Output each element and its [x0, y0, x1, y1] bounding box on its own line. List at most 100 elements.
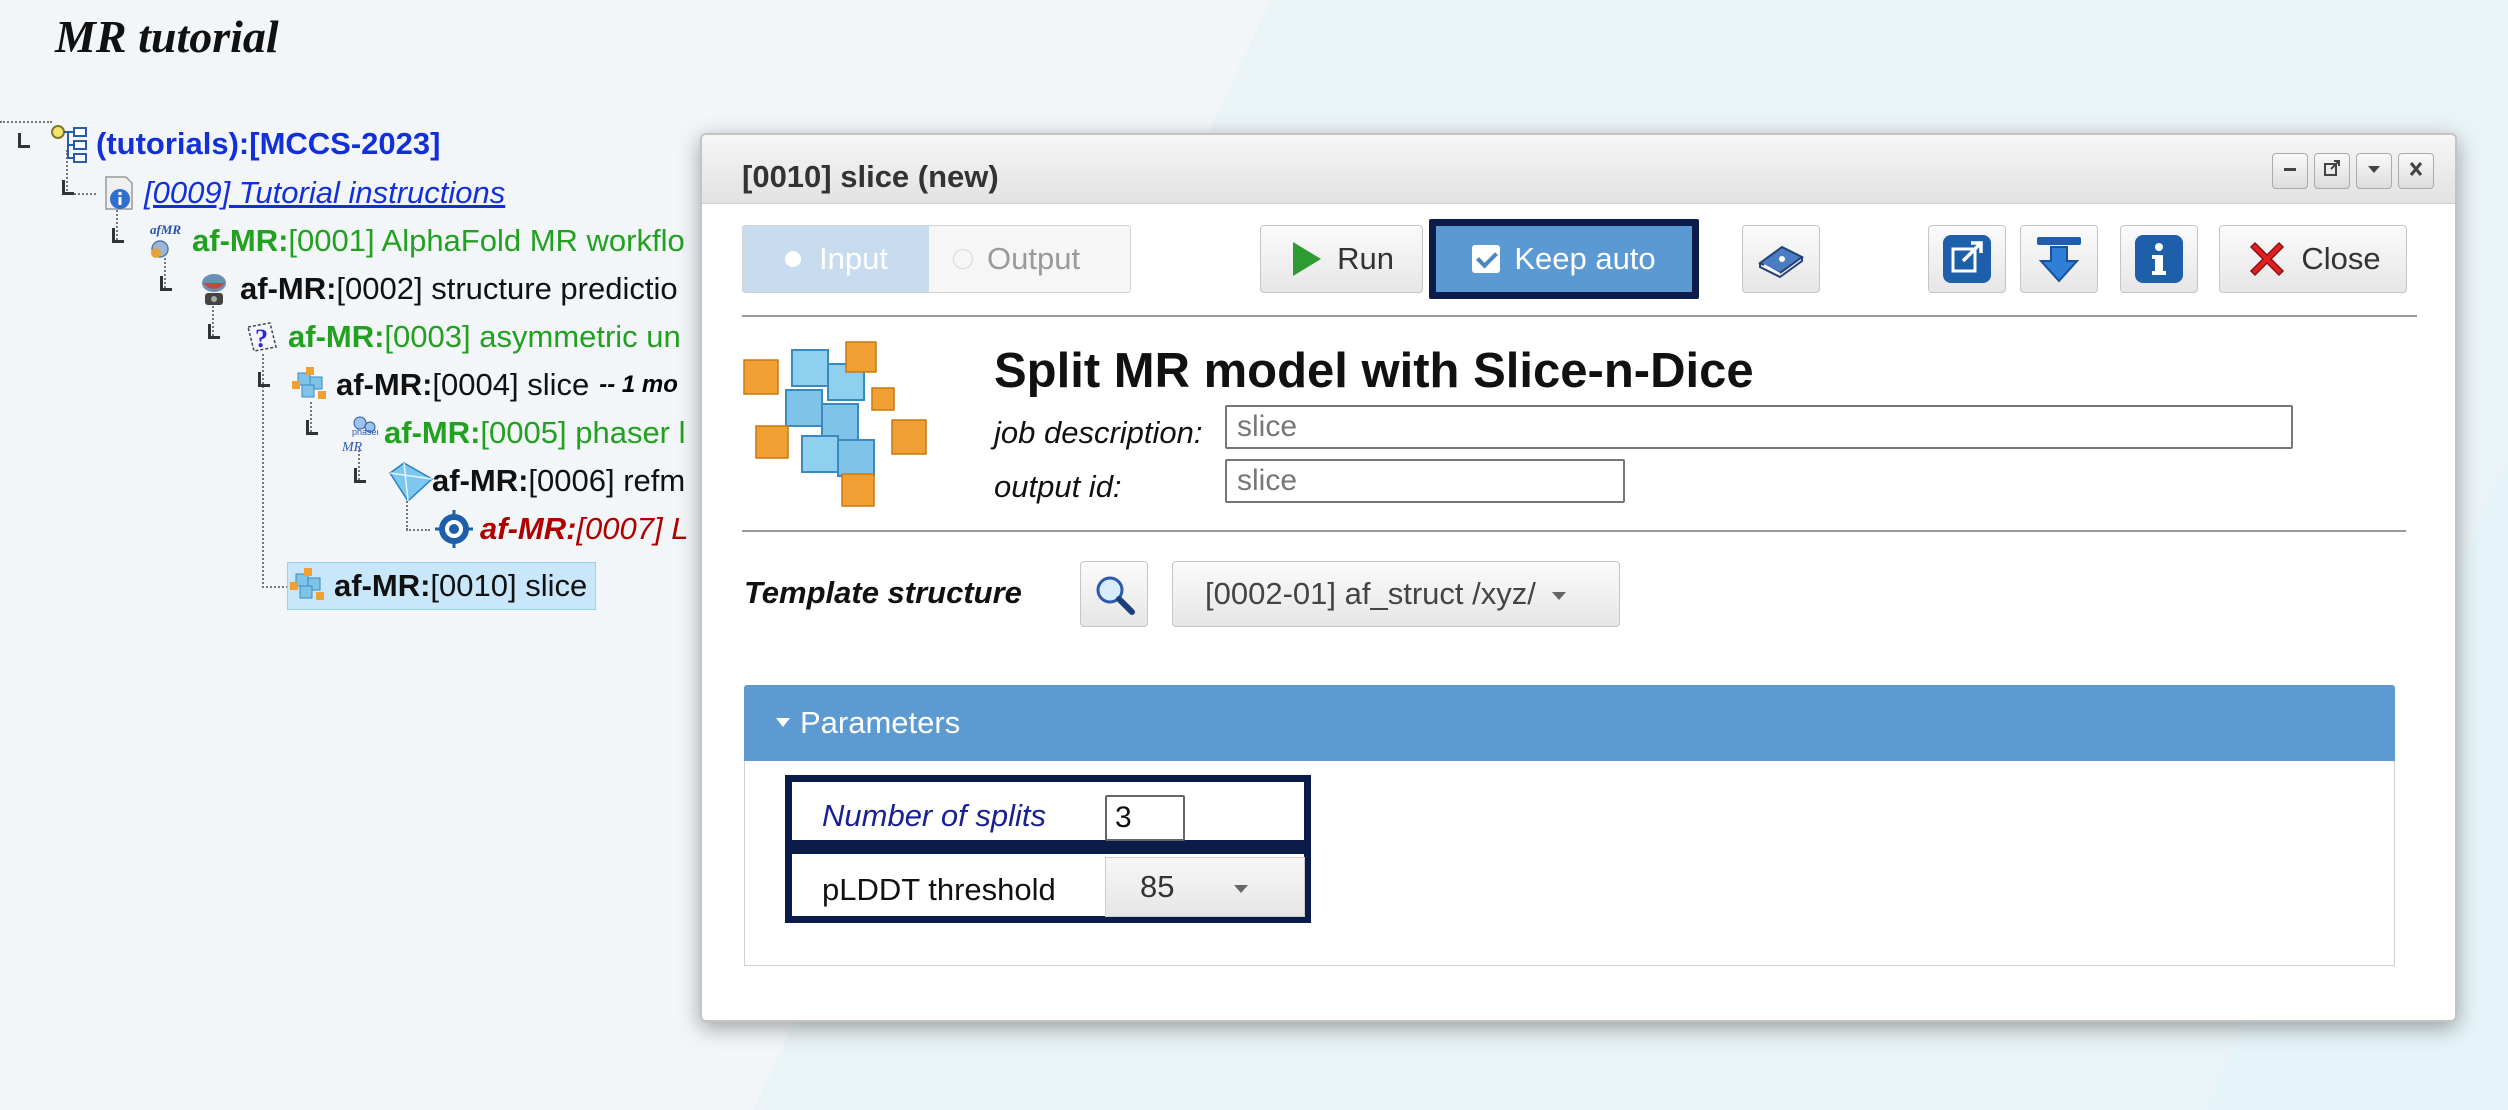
- tab-output[interactable]: Output: [931, 226, 1130, 292]
- tab-output-label: Output: [987, 241, 1081, 276]
- tree-expander[interactable]: [258, 372, 270, 387]
- download-arrow-icon: [2037, 237, 2081, 283]
- browse-structure-button[interactable]: [1080, 561, 1148, 627]
- output-id-label: output id:: [994, 469, 1122, 504]
- tree-item-prefix: af-MR:: [432, 463, 529, 498]
- info-button[interactable]: [2120, 225, 2198, 293]
- tree-item-prefix: af-MR:: [384, 415, 481, 450]
- tree-item-label: [0003] asymmetric un: [384, 319, 681, 354]
- radio-ring-icon: [953, 249, 973, 270]
- play-icon: [1293, 242, 1322, 276]
- template-structure-select[interactable]: [0002-01] af_struct /xyz/: [1172, 561, 1620, 627]
- tree-item-prefix: af-MR:: [192, 223, 289, 258]
- tree-expander[interactable]: [62, 180, 74, 195]
- job-description-input[interactable]: [1225, 405, 2293, 449]
- tree-item-0007[interactable]: af-MR:[0007] L: [434, 508, 688, 550]
- close-icon: [2409, 162, 2423, 176]
- window-close-button[interactable]: [2398, 153, 2434, 189]
- keep-auto-label: Keep auto: [1514, 241, 1656, 276]
- collapse-triangle-icon: [776, 718, 790, 728]
- tree-item-label: [0010] slice: [430, 568, 588, 603]
- parameters-section-header[interactable]: Parameters: [744, 685, 2395, 761]
- popout-button[interactable]: [2314, 153, 2350, 189]
- export-button[interactable]: [1928, 225, 2006, 293]
- search-icon: [1096, 576, 1135, 615]
- divider: [742, 530, 2406, 532]
- job-title: Split MR model with Slice-n-Dice: [994, 344, 1754, 398]
- checkbox-checked-icon: [1472, 245, 1501, 273]
- tree-item-prefix: af-MR:: [336, 367, 433, 402]
- asymmetric-unit-icon: ?: [242, 317, 282, 357]
- close-button-label: Close: [2301, 241, 2381, 276]
- help-book-button[interactable]: [1742, 225, 1820, 293]
- template-structure-value: [0002-01] af_struct /xyz/: [1205, 576, 1536, 611]
- tree-expander[interactable]: [160, 276, 172, 291]
- job-description-label: job description:: [994, 415, 1203, 450]
- number-of-splits-row: Number of splits 3: [785, 775, 1311, 847]
- tree-item-label: [0005] phaser l: [480, 415, 686, 450]
- external-link-icon: [1943, 235, 1991, 283]
- tree-connector: [262, 586, 288, 588]
- chevron-down-icon: [1551, 591, 1566, 600]
- tree-connector: [0, 121, 52, 123]
- tree-item-0005[interactable]: phaser MR af-MR:[0005] phaser l: [338, 412, 686, 455]
- phaser-mr-icon: phaser MR: [338, 413, 380, 455]
- tree-expander[interactable]: [112, 228, 124, 243]
- tree-item-note: -- 1 mo: [599, 371, 678, 398]
- tree-item-prefix: af-MR:: [288, 319, 385, 354]
- tree-item-0002[interactable]: af-MR:[0002] structure predictio: [194, 268, 678, 310]
- number-of-splits-input[interactable]: 3: [1105, 795, 1185, 841]
- tree-item-label: [0004] slice: [432, 367, 590, 402]
- tree-item-0001[interactable]: afMR af-MR:[0001] AlphaFold MR workflo: [146, 220, 685, 262]
- number-of-splits-label: Number of splits: [822, 798, 1046, 833]
- tree-item-prefix: af-MR:: [480, 511, 577, 546]
- tree-connector: [262, 354, 264, 588]
- tree-item-label: [0007] L: [576, 511, 689, 546]
- book-icon: [1758, 245, 1804, 279]
- svg-text:afMR: afMR: [150, 222, 181, 237]
- menu-dropdown-button[interactable]: [2356, 153, 2392, 189]
- tree-item-0009[interactable]: [0009] Tutorial instructions: [98, 172, 505, 214]
- minimize-icon: [2284, 168, 2296, 171]
- job-dialog: [0010] slice (new) Input Output Run Keep…: [700, 133, 2457, 1022]
- run-button-label: Run: [1337, 241, 1394, 276]
- tree-item-0003[interactable]: ? af-MR:[0003] asymmetric un: [242, 316, 681, 358]
- tree-expander[interactable]: [208, 324, 220, 339]
- tree-item-0004[interactable]: af-MR:[0004] slice -- 1 mo: [290, 364, 678, 406]
- popout-icon: [2324, 160, 2340, 176]
- run-button[interactable]: Run: [1260, 225, 1423, 293]
- dialog-titlebar[interactable]: [0010] slice (new): [702, 135, 2455, 204]
- info-document-icon: [98, 173, 138, 213]
- minimize-button[interactable]: [2272, 153, 2308, 189]
- tree-root-label: (tutorials):[MCCS-2023]: [96, 126, 441, 161]
- tree-expander[interactable]: [18, 133, 30, 148]
- tab-input-label: Input: [819, 241, 888, 276]
- slice-cubes-icon: [288, 566, 328, 606]
- output-id-input[interactable]: [1225, 459, 1625, 503]
- tree-expander[interactable]: [306, 420, 318, 435]
- tree-item-0010[interactable]: af-MR:[0010] slice: [287, 562, 597, 610]
- tree-item-label: [0009] Tutorial instructions: [144, 175, 506, 210]
- plddt-threshold-label: pLDDT threshold: [822, 872, 1056, 907]
- tree-item-prefix: af-MR:: [240, 271, 337, 306]
- tree-connector: [406, 529, 430, 531]
- tree-root[interactable]: (tutorials):[MCCS-2023]: [50, 123, 440, 165]
- download-button[interactable]: [2020, 225, 2098, 293]
- tree-connector: [406, 498, 408, 530]
- parameters-header-label: Parameters: [800, 705, 961, 740]
- keep-auto-toggle[interactable]: Keep auto: [1429, 219, 1699, 299]
- tree-expander[interactable]: [354, 468, 366, 483]
- plddt-threshold-select[interactable]: 85: [1105, 857, 1305, 917]
- close-button[interactable]: Close: [2219, 225, 2407, 293]
- info-icon: [2135, 235, 2183, 283]
- tree-item-prefix: af-MR:: [334, 568, 431, 603]
- svg-text:phaser: phaser: [352, 427, 378, 437]
- tab-input[interactable]: Input: [743, 226, 929, 292]
- slice-n-dice-logo-icon: [743, 341, 927, 507]
- tree-item-0006[interactable]: af-MR:[0006] refm: [386, 460, 685, 503]
- alphafold-mr-icon: afMR: [146, 221, 186, 261]
- svg-text:?: ?: [255, 324, 268, 353]
- chevron-down-icon: [1234, 884, 1249, 893]
- tree-item-label: [0001] AlphaFold MR workflo: [288, 223, 685, 258]
- project-tree: (tutorials):[MCCS-2023] [0009] Tutorial …: [0, 0, 720, 1110]
